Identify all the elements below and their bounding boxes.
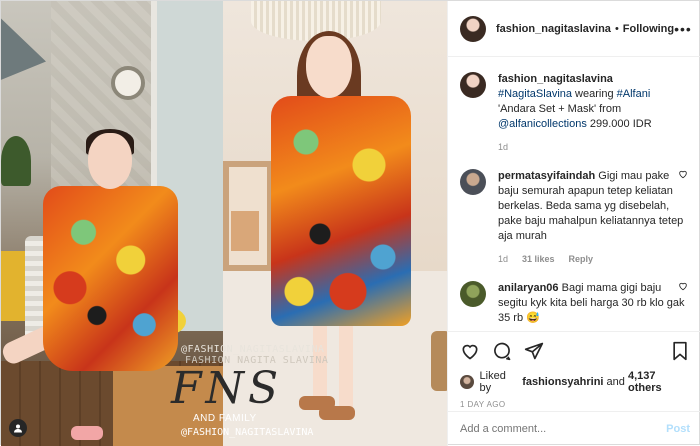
basket [431, 331, 447, 391]
avatar[interactable] [460, 169, 486, 195]
wall-clock [111, 66, 145, 100]
model-left-dress [43, 186, 178, 371]
comment-time[interactable]: 1d [498, 252, 508, 267]
user-tag-icon[interactable] [9, 419, 27, 437]
hashtag-link[interactable]: #NagitaSlavina [498, 88, 572, 100]
model-right-face [306, 36, 352, 98]
comments-list: fashion_nagitaslavina #NagitaSlavina wea… [448, 58, 700, 330]
comment-input[interactable] [460, 423, 667, 435]
wall-art-inner [231, 211, 259, 251]
comment-icon[interactable] [492, 341, 512, 364]
avatar[interactable] [460, 72, 486, 98]
watermark-subtitle: AND FAMILY [193, 413, 257, 424]
model-right-sandal [319, 406, 355, 420]
avatar[interactable] [460, 15, 486, 42]
watermark-logo: FNS [171, 363, 283, 414]
likes-summary: Liked by fashionsyahrini and 4,137 other… [460, 370, 690, 394]
caption-text: 299.000 IDR [586, 118, 652, 130]
watermark-handle-bottom: @FASHION_NAGITASLAVINA [181, 427, 314, 438]
umbrella [1, 9, 46, 84]
instagram-post-modal: @FASHION_NAGITASLAVINA FASHION NAGITA SL… [0, 0, 700, 446]
post-actions: Liked by fashionsyahrini and 4,137 other… [448, 331, 700, 417]
caption-text: 'Andara Set + Mask' from [498, 103, 622, 115]
model-left-sandal [71, 426, 103, 440]
watermark-handle: @FASHION_NAGITASLAVINA [181, 344, 325, 355]
reply-button[interactable]: Reply [569, 252, 594, 267]
more-icon[interactable]: ••• [674, 21, 692, 37]
caption-time[interactable]: 1d [498, 140, 508, 155]
separator-dot: • [614, 22, 619, 35]
hashtag-link[interactable]: #Alfani [617, 88, 651, 100]
likes-and-text: and [606, 376, 625, 388]
comment-likes[interactable]: 31 likes [522, 252, 555, 267]
post-header: fashion_nagitaslavina • Following ••• [448, 1, 700, 57]
post-sidebar: fashion_nagitaslavina • Following ••• fa… [447, 1, 700, 446]
add-comment-bar: Post [448, 411, 700, 446]
post-button[interactable]: Post [666, 423, 690, 435]
author-username[interactable]: fashion_nagitaslavina [496, 23, 611, 35]
bookmark-icon[interactable] [670, 341, 690, 364]
comment-item: permatasyifaindah Gigi mau pake baju sem… [460, 169, 690, 267]
comment-username[interactable]: permatasyifaindah [498, 170, 595, 182]
mention-link[interactable]: @alfanicollections [498, 118, 587, 130]
liked-by-user[interactable]: fashionsyahrini [522, 376, 603, 388]
comment-like-heart-icon[interactable] [678, 281, 688, 294]
avatar[interactable] [460, 281, 486, 307]
caption-text: wearing [572, 88, 617, 100]
following-button[interactable]: Following [623, 23, 674, 35]
share-icon[interactable] [524, 341, 544, 364]
liked-by-text: Liked by [479, 370, 506, 394]
likes-others[interactable]: 4,137 others [628, 370, 690, 394]
avatar[interactable] [460, 375, 474, 389]
model-right-dress [271, 96, 411, 326]
caption: fashion_nagitaslavina #NagitaSlavina wea… [460, 72, 690, 155]
model-left-face [88, 133, 132, 189]
post-image[interactable]: @FASHION_NAGITASLAVINA FASHION NAGITA SL… [1, 1, 447, 446]
heart-icon[interactable] [460, 341, 480, 364]
model-right-leg [339, 321, 353, 416]
comment-username[interactable]: anilaryan06 [498, 282, 559, 294]
comment-like-heart-icon[interactable] [678, 169, 688, 182]
post-date[interactable]: 1 DAY AGO [460, 400, 690, 409]
comment-item: anilaryan06 Bagi mama gigi baju segitu k… [460, 281, 690, 326]
caption-username[interactable]: fashion_nagitaslavina [498, 73, 613, 85]
plant [1, 136, 31, 186]
